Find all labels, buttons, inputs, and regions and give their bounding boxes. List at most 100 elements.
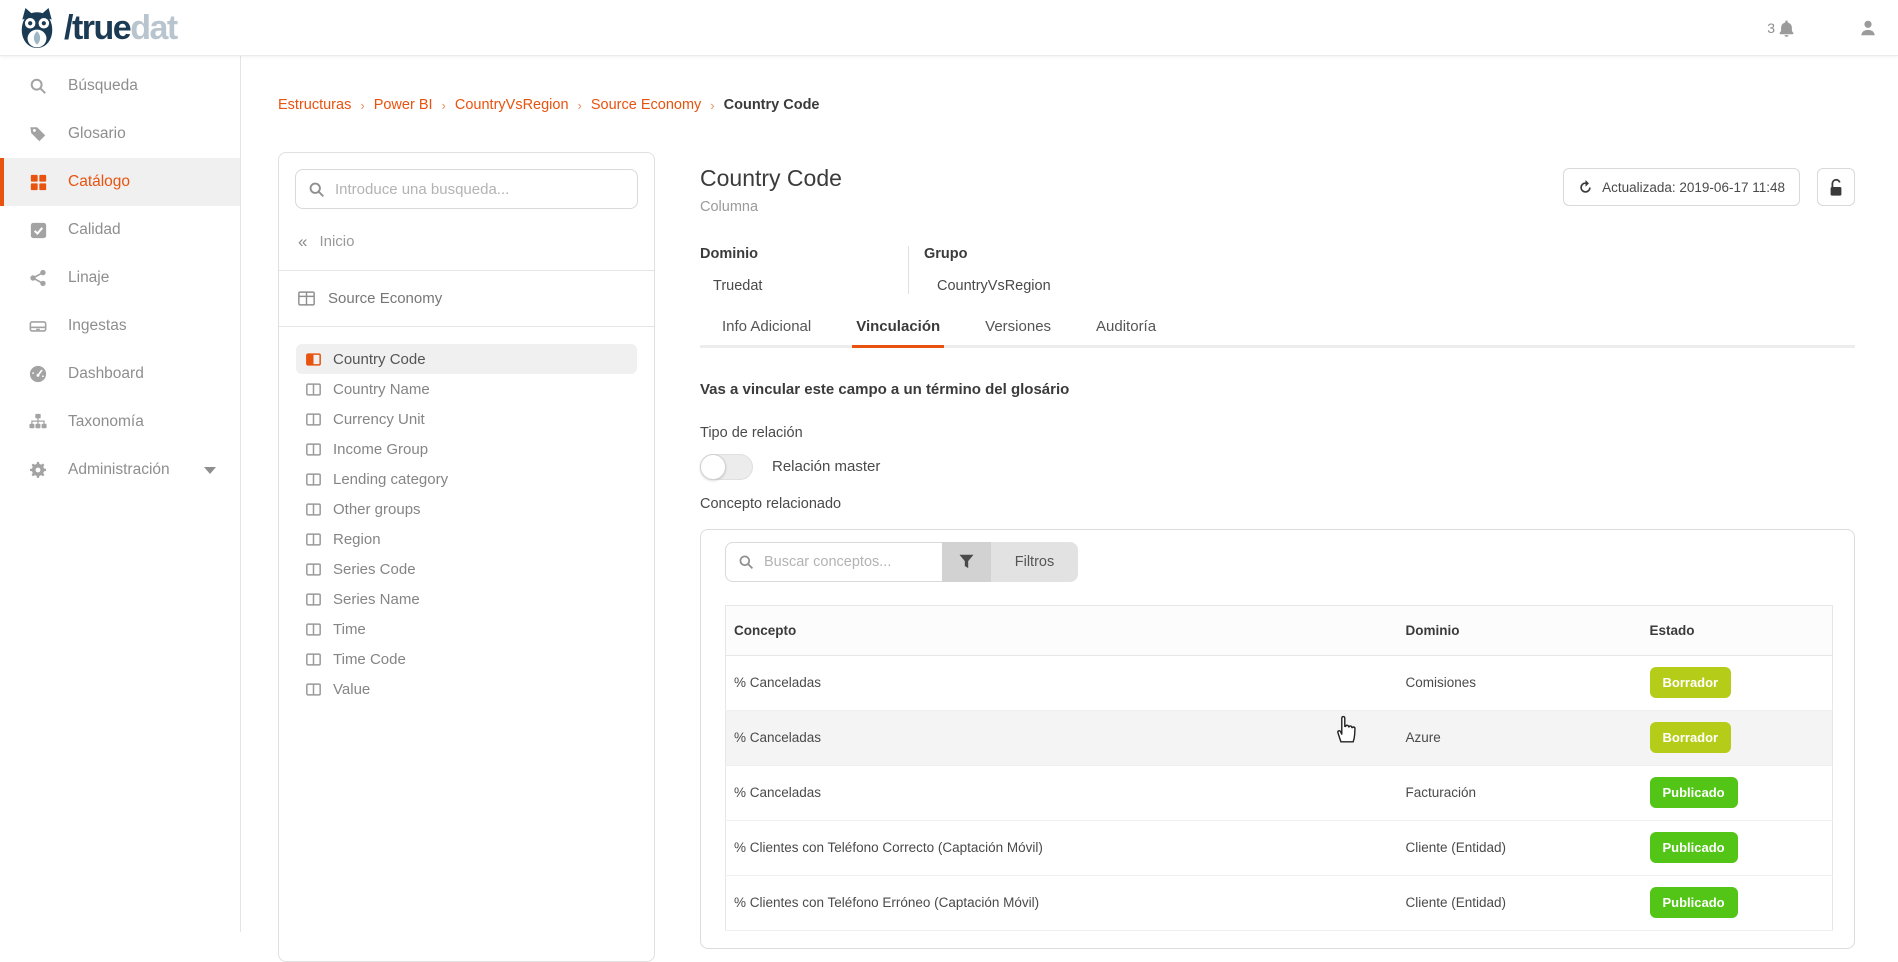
concept-search-input[interactable] (764, 554, 904, 570)
grupo-value: CountryVsRegion (924, 278, 1855, 294)
sidebar-item-administracion[interactable]: Administración (0, 446, 240, 494)
status-badge: Borrador (1650, 667, 1732, 698)
tab-vinculacion[interactable]: Vinculación (852, 308, 944, 348)
column-list: Country Code Country Name Currency Unit … (279, 327, 654, 704)
table-icon (298, 291, 315, 306)
sidebar-item-ingestas[interactable]: Ingestas (0, 302, 240, 350)
table-row[interactable]: % Clientes con Teléfono Erróneo (Captaci… (726, 875, 1833, 930)
double-chevron-left-icon: « (298, 233, 307, 250)
sidebar-item-taxonomia[interactable]: Taxonomía (0, 398, 240, 446)
breadcrumb-separator: › (578, 98, 582, 113)
user-icon (1858, 18, 1878, 38)
status-badge: Publicado (1650, 887, 1738, 918)
status-badge: Publicado (1650, 777, 1738, 808)
toggle-label: Relación master (772, 458, 880, 475)
check-square-icon (28, 222, 48, 239)
column-item[interactable]: Series Name (296, 584, 637, 614)
grid-icon (28, 174, 48, 191)
column-item[interactable]: Region (296, 524, 637, 554)
funnel-icon (959, 554, 974, 569)
bell-icon (1777, 19, 1796, 38)
back-to-home-link[interactable]: « Inicio (279, 224, 654, 258)
sidebar-item-catalogo[interactable]: Catálogo (0, 158, 240, 206)
meta-section: Dominio Truedat Grupo CountryVsRegion (700, 246, 1855, 294)
breadcrumb-link-sourceeconomy[interactable]: Source Economy (591, 97, 701, 113)
breadcrumb-link-powerbi[interactable]: Power BI (374, 97, 433, 113)
dominio-value: Truedat (700, 278, 908, 294)
table-row[interactable]: % Clientes con Teléfono Correcto (Captac… (726, 820, 1833, 875)
breadcrumb-separator: › (710, 98, 714, 113)
gear-icon (28, 461, 48, 479)
column-item[interactable]: Currency Unit (296, 404, 637, 434)
structure-search-input[interactable] (335, 181, 625, 198)
sitemap-icon (28, 413, 48, 431)
sidebar-item-label: Glosario (68, 125, 126, 143)
user-menu-button[interactable] (1858, 18, 1878, 38)
search-icon (308, 181, 325, 198)
tab-auditoria[interactable]: Auditoría (1092, 308, 1160, 348)
breadcrumb-link-estructuras[interactable]: Estructuras (278, 97, 351, 113)
page-title: Country Code (700, 165, 842, 193)
breadcrumb-separator: › (360, 98, 364, 113)
sidebar-item-label: Taxonomía (68, 413, 144, 431)
notifications-button[interactable]: 3 (1767, 19, 1796, 38)
filters-button[interactable]: Filtros (991, 542, 1078, 582)
concept-search (725, 542, 942, 582)
sidebar-item-linaje[interactable]: Linaje (0, 254, 240, 302)
column-item-country-code[interactable]: Country Code (296, 344, 637, 374)
page-subtitle: Columna (700, 199, 842, 215)
sidebar-item-label: Catálogo (68, 173, 130, 191)
tag-icon (28, 125, 48, 143)
sidebar-item-label: Búsqueda (68, 77, 138, 95)
relation-type-label: Tipo de relación (700, 425, 1855, 441)
brand-logo[interactable]: /truedat (0, 7, 177, 49)
breadcrumb-link-countryvsregion[interactable]: CountryVsRegion (455, 97, 569, 113)
sidebar-item-label: Ingestas (68, 317, 127, 335)
unlock-icon (1827, 178, 1845, 197)
brand-text: /truedat (64, 11, 177, 45)
related-concept-card: Filtros Concepto Dominio Estado % Cancel… (700, 529, 1855, 949)
refresh-icon (1578, 180, 1593, 195)
concepts-table: Concepto Dominio Estado % Canceladas Com… (725, 605, 1833, 931)
updated-button[interactable]: Actualizada: 2019-06-17 11:48 (1563, 168, 1800, 206)
structure-panel: « Inicio Source Economy Country Code Cou… (278, 152, 655, 962)
filter-icon-button[interactable] (942, 542, 991, 582)
search-icon (28, 77, 48, 95)
archive-box-icon (28, 317, 48, 335)
column-item[interactable]: Other groups (296, 494, 637, 524)
notification-count: 3 (1767, 20, 1775, 36)
breadcrumb: Estructuras › Power BI › CountryVsRegion… (278, 97, 820, 113)
sidebar-item-glosario[interactable]: Glosario (0, 110, 240, 158)
column-item[interactable]: Income Group (296, 434, 637, 464)
column-item[interactable]: Value (296, 674, 637, 704)
unlock-button[interactable] (1817, 168, 1855, 206)
table-row[interactable]: % Canceladas Comisiones Borrador (726, 655, 1833, 710)
home-label: Inicio (319, 233, 354, 250)
column-item[interactable]: Country Name (296, 374, 637, 404)
header-estado: Estado (1642, 605, 1833, 655)
sidebar-item-busqueda[interactable]: Búsqueda (0, 62, 240, 110)
status-badge: Publicado (1650, 832, 1738, 863)
link-section-heading: Vas a vincular este campo a un término d… (700, 381, 1855, 398)
sidebar-item-dashboard[interactable]: Dashboard (0, 350, 240, 398)
table-row[interactable]: % Canceladas Facturación Publicado (726, 765, 1833, 820)
breadcrumb-current: Country Code (724, 97, 820, 113)
toggle-knob (700, 454, 726, 480)
tab-info-adicional[interactable]: Info Adicional (718, 308, 815, 348)
table-row[interactable]: % Canceladas Azure Borrador (726, 710, 1833, 765)
column-item[interactable]: Time Code (296, 644, 637, 674)
column-item[interactable]: Lending category (296, 464, 637, 494)
sidebar-item-label: Calidad (68, 221, 121, 239)
main-panel: Country Code Columna Actualizada: 2019-0… (700, 165, 1855, 949)
tab-bar: Info Adicional Vinculación Versiones Aud… (700, 308, 1855, 348)
column-item[interactable]: Series Code (296, 554, 637, 584)
status-badge: Borrador (1650, 722, 1732, 753)
parent-table-item[interactable]: Source Economy (279, 271, 654, 326)
sidebar-item-label: Linaje (68, 269, 109, 287)
dominio-label: Dominio (700, 246, 908, 262)
tab-versiones[interactable]: Versiones (981, 308, 1055, 348)
relation-master-toggle[interactable] (700, 454, 753, 480)
sidebar-item-calidad[interactable]: Calidad (0, 206, 240, 254)
table-header-row: Concepto Dominio Estado (726, 605, 1833, 655)
column-item[interactable]: Time (296, 614, 637, 644)
